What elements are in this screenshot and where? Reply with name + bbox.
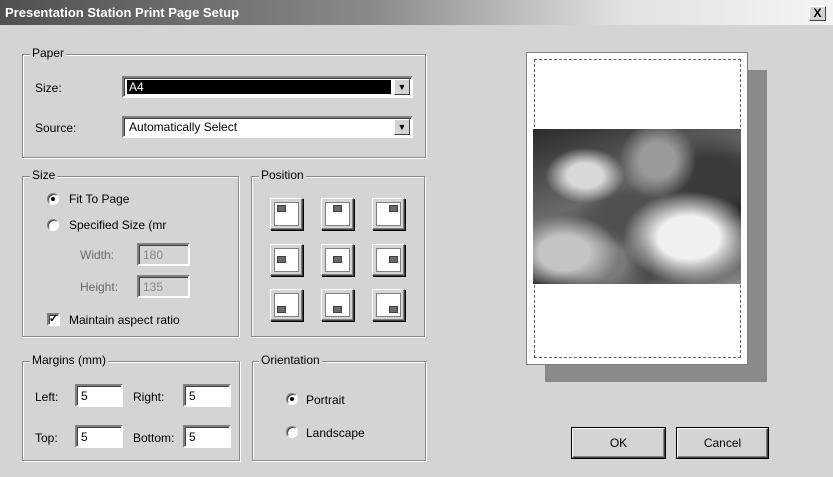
- image-placement-icon: [389, 306, 398, 313]
- image-placement-icon: [333, 205, 342, 212]
- margin-bottom-label: Bottom:: [133, 431, 175, 445]
- fit-to-page-label[interactable]: Fit To Page: [69, 192, 129, 206]
- specified-size-label[interactable]: Specified Size (mr: [69, 218, 166, 232]
- image-placement-icon: [277, 205, 286, 212]
- landscape-label[interactable]: Landscape: [306, 426, 365, 440]
- portrait-label[interactable]: Portrait: [306, 393, 345, 407]
- maintain-aspect-label[interactable]: Maintain aspect ratio: [69, 313, 180, 327]
- orientation-legend: Orientation: [259, 353, 322, 367]
- orientation-group: [252, 361, 426, 461]
- image-placement-icon: [333, 256, 342, 263]
- margins-legend: Margins (mm): [30, 353, 108, 367]
- width-field[interactable]: 180: [137, 243, 190, 266]
- portrait-radio[interactable]: [286, 393, 298, 405]
- preview-image: [533, 129, 741, 284]
- position-bottom-left-button[interactable]: [270, 289, 303, 321]
- paper-size-select[interactable]: A4 ▼: [122, 76, 413, 98]
- paper-group: [22, 54, 426, 158]
- maintain-aspect-checkbox[interactable]: ✓: [47, 313, 60, 326]
- image-placement-icon: [389, 256, 398, 263]
- position-top-right-button[interactable]: [372, 198, 405, 230]
- image-placement-icon: [389, 205, 398, 212]
- paper-source-select[interactable]: Automatically Select ▼: [122, 116, 413, 138]
- image-placement-icon: [333, 306, 342, 313]
- position-top-left-button[interactable]: [270, 198, 303, 230]
- margin-top-field[interactable]: 5: [75, 425, 123, 448]
- ok-button[interactable]: OK: [572, 428, 665, 458]
- position-top-center-button[interactable]: [321, 198, 354, 230]
- height-field[interactable]: 135: [137, 275, 190, 298]
- close-button[interactable]: X: [809, 6, 826, 21]
- landscape-radio[interactable]: [286, 426, 298, 438]
- position-legend: Position: [259, 168, 306, 182]
- cancel-button[interactable]: Cancel: [677, 428, 768, 458]
- checkmark-icon: ✓: [49, 313, 59, 325]
- paper-source-value: Automatically Select: [129, 120, 238, 134]
- margin-bottom-field[interactable]: 5: [183, 425, 231, 448]
- margin-right-label: Right:: [133, 390, 165, 404]
- margin-left-field[interactable]: 5: [75, 384, 123, 407]
- position-middle-right-button[interactable]: [372, 244, 405, 276]
- position-middle-left-button[interactable]: [270, 244, 303, 276]
- position-bottom-right-button[interactable]: [372, 289, 405, 321]
- fit-to-page-radio[interactable]: [47, 193, 59, 205]
- margin-right-field[interactable]: 5: [183, 384, 231, 407]
- paper-size-label: Size:: [35, 81, 62, 95]
- specified-size-radio[interactable]: [47, 219, 59, 231]
- margin-top-label: Top:: [35, 431, 58, 445]
- paper-source-label: Source:: [35, 121, 77, 135]
- height-label: Height:: [80, 280, 119, 294]
- size-legend: Size: [30, 168, 58, 182]
- paper-size-value: A4: [127, 80, 391, 94]
- position-bottom-center-button[interactable]: [321, 289, 354, 321]
- position-center-button[interactable]: [321, 244, 354, 276]
- window-title: Presentation Station Print Page Setup: [5, 5, 240, 20]
- image-placement-icon: [277, 306, 286, 313]
- width-label: Width:: [80, 248, 115, 262]
- margin-left-label: Left:: [35, 390, 59, 404]
- paper-legend: Paper: [30, 46, 67, 60]
- close-icon: X: [813, 6, 822, 20]
- chevron-down-icon[interactable]: ▼: [394, 119, 410, 135]
- image-placement-icon: [277, 256, 286, 263]
- chevron-down-icon[interactable]: ▼: [394, 79, 410, 95]
